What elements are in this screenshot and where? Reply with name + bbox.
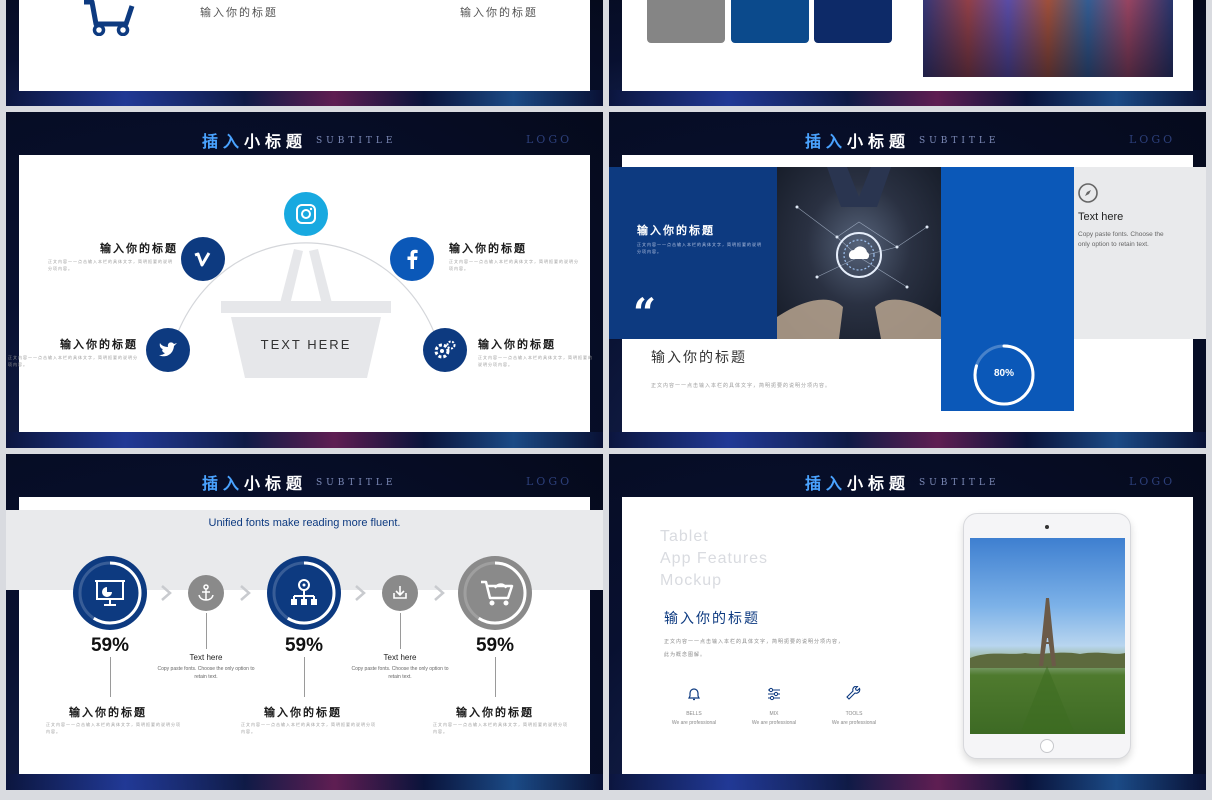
cart-icon	[481, 580, 514, 606]
tablet-home-button	[1040, 739, 1054, 753]
swatch-navy	[814, 0, 892, 43]
step-3-title: 输入你的标题	[456, 706, 534, 719]
step-3-desc: 正文内容一一点击输入本栏的具体文字，简明扼要的说明分项内容。	[433, 722, 568, 734]
step-2-title: 输入你的标题	[264, 706, 342, 719]
anchor-icon[interactable]	[188, 575, 224, 611]
side-title: Text here	[1078, 211, 1124, 223]
header-subtitle: SUBTITLE	[919, 478, 1000, 488]
slide-6[interactable]: 插入小标题 SUBTITLE LOGO Tablet App Features …	[609, 454, 1206, 790]
mid-2-desc: Copy paste fonts. Choose the only option…	[351, 666, 449, 680]
progress-label: 80%	[993, 368, 1014, 379]
feature-3-desc: We are professional	[831, 720, 877, 726]
shopping-cart-icon	[82, 0, 138, 36]
mid-1-title: Text here	[189, 653, 223, 662]
chevron-right-icon	[240, 585, 251, 601]
step-3-percent: 59%	[475, 635, 515, 656]
basket-label: TEXT HERE	[260, 337, 352, 352]
twitter-icon[interactable]	[146, 328, 190, 372]
item-3-desc: 正文内容一一点击输入本栏的具体文字，简明扼要的说明分项内容。	[449, 259, 579, 271]
connector-line	[206, 613, 207, 649]
header-title: 插入小标题	[805, 474, 911, 493]
bell-icon[interactable]	[686, 686, 702, 702]
sliders-icon[interactable]	[766, 686, 782, 702]
eiffel-tower-photo	[970, 538, 1125, 734]
connector-line	[110, 657, 111, 697]
heading-line-2: App Features	[660, 550, 769, 567]
chevron-right-icon	[161, 585, 172, 601]
slide-grid: 输入你的标题 输入你的标题 插入小标题 SUBTITLE LOGO TEXT H…	[0, 0, 1212, 800]
feature-1-desc: We are professional	[671, 720, 717, 726]
instagram-icon[interactable]	[284, 192, 328, 236]
quote-title: 输入你的标题	[637, 224, 715, 237]
side-desc: Copy paste fonts. Choose the only option…	[1078, 231, 1164, 248]
city-night-photo	[923, 0, 1173, 77]
connector-line	[400, 613, 401, 649]
slide-6-title: 输入你的标题	[664, 611, 760, 627]
download-icon[interactable]	[382, 575, 418, 611]
item-4-title: 输入你的标题	[478, 338, 556, 351]
mid-1-desc: Copy paste fonts. Choose the only option…	[157, 666, 255, 680]
slide-1-title-right: 输入你的标题	[460, 6, 538, 19]
step-2-percent: 59%	[284, 635, 324, 656]
slide-2[interactable]	[609, 0, 1206, 106]
chevron-right-icon	[355, 585, 366, 601]
slide-4[interactable]: 插入小标题 SUBTITLE LOGO 输入你的标题 正文内容一一点击输入本栏的…	[609, 112, 1206, 448]
org-chart-icon	[291, 579, 317, 605]
vimeo-icon[interactable]	[181, 237, 225, 281]
header-logo: LOGO	[1129, 475, 1176, 488]
slide-5[interactable]: 插入小标题 SUBTITLE LOGO Unified fonts make r…	[6, 454, 603, 790]
tablet-camera	[1045, 525, 1049, 529]
connector-line	[304, 657, 305, 697]
step-rings	[73, 556, 532, 630]
item-2-title: 输入你的标题	[60, 338, 138, 351]
header-logo: LOGO	[1129, 133, 1176, 146]
slide-1-title-left: 输入你的标题	[200, 6, 278, 19]
header-title: 插入小标题	[805, 132, 911, 151]
heading-line-1: Tablet	[660, 528, 709, 545]
swatch-blue	[731, 0, 809, 43]
feature-2-desc: We are professional	[751, 720, 797, 726]
step-2-desc: 正文内容一一点击输入本栏的具体文字，简明扼要的说明分项内容。	[241, 722, 376, 734]
step-1-percent: 59%	[90, 635, 130, 656]
mid-2-title: Text here	[383, 653, 417, 662]
slide-6-desc: 正文内容一一点击输入本栏的具体文字，简明扼要的说明分项内容，此为概念图解。	[664, 639, 845, 658]
facebook-icon[interactable]	[390, 237, 434, 281]
slide-1[interactable]: 输入你的标题 输入你的标题	[6, 0, 603, 106]
feature-3-name: TOOLS	[845, 711, 863, 717]
compass-icon	[1078, 183, 1098, 203]
quote-mark-icon: “	[633, 290, 657, 337]
tablet-mockup	[963, 513, 1131, 759]
cloud-tech-photo	[777, 167, 941, 339]
item-1-title: 输入你的标题	[100, 242, 178, 255]
gear-icon[interactable]	[423, 328, 467, 372]
quote-desc: 正文内容一一点击输入本栏的具体文字，简明扼要的说明分项内容。	[637, 242, 762, 254]
main-title: 输入你的标题	[651, 350, 747, 366]
item-3-title: 输入你的标题	[449, 242, 527, 255]
heading-line-3: Mockup	[660, 572, 723, 589]
presentation-icon	[95, 580, 125, 606]
header-subtitle: SUBTITLE	[919, 136, 1000, 146]
chevron-right-icon	[434, 585, 445, 601]
feature-1-name: BELLS	[686, 711, 702, 717]
step-1-desc: 正文内容一一点击输入本栏的具体文字，简明扼要的说明分项内容。	[46, 722, 181, 734]
wrench-icon[interactable]	[846, 686, 862, 702]
item-1-desc: 正文内容一一点击输入本栏的具体文字，简明扼要的说明分项内容。	[48, 259, 173, 271]
basket-icon	[221, 249, 391, 378]
feature-2-name: MIX	[769, 711, 779, 717]
slide-3[interactable]: 插入小标题 SUBTITLE LOGO TEXT HERE 输入你的标题 正文内…	[6, 112, 603, 448]
item-4-desc: 正文内容一一点击输入本栏的具体文字，简明扼要的说明分项内容。	[478, 355, 593, 367]
step-1-title: 输入你的标题	[69, 706, 147, 719]
connector-line	[495, 657, 496, 697]
item-2-desc: 正文内容一一点击输入本栏的具体文字，简明扼要的说明分项内容。	[8, 355, 138, 367]
main-desc: 正文内容一一点击输入本栏的具体文字，简明扼要的说明分项内容。	[651, 383, 832, 389]
swatch-gray	[647, 0, 725, 43]
